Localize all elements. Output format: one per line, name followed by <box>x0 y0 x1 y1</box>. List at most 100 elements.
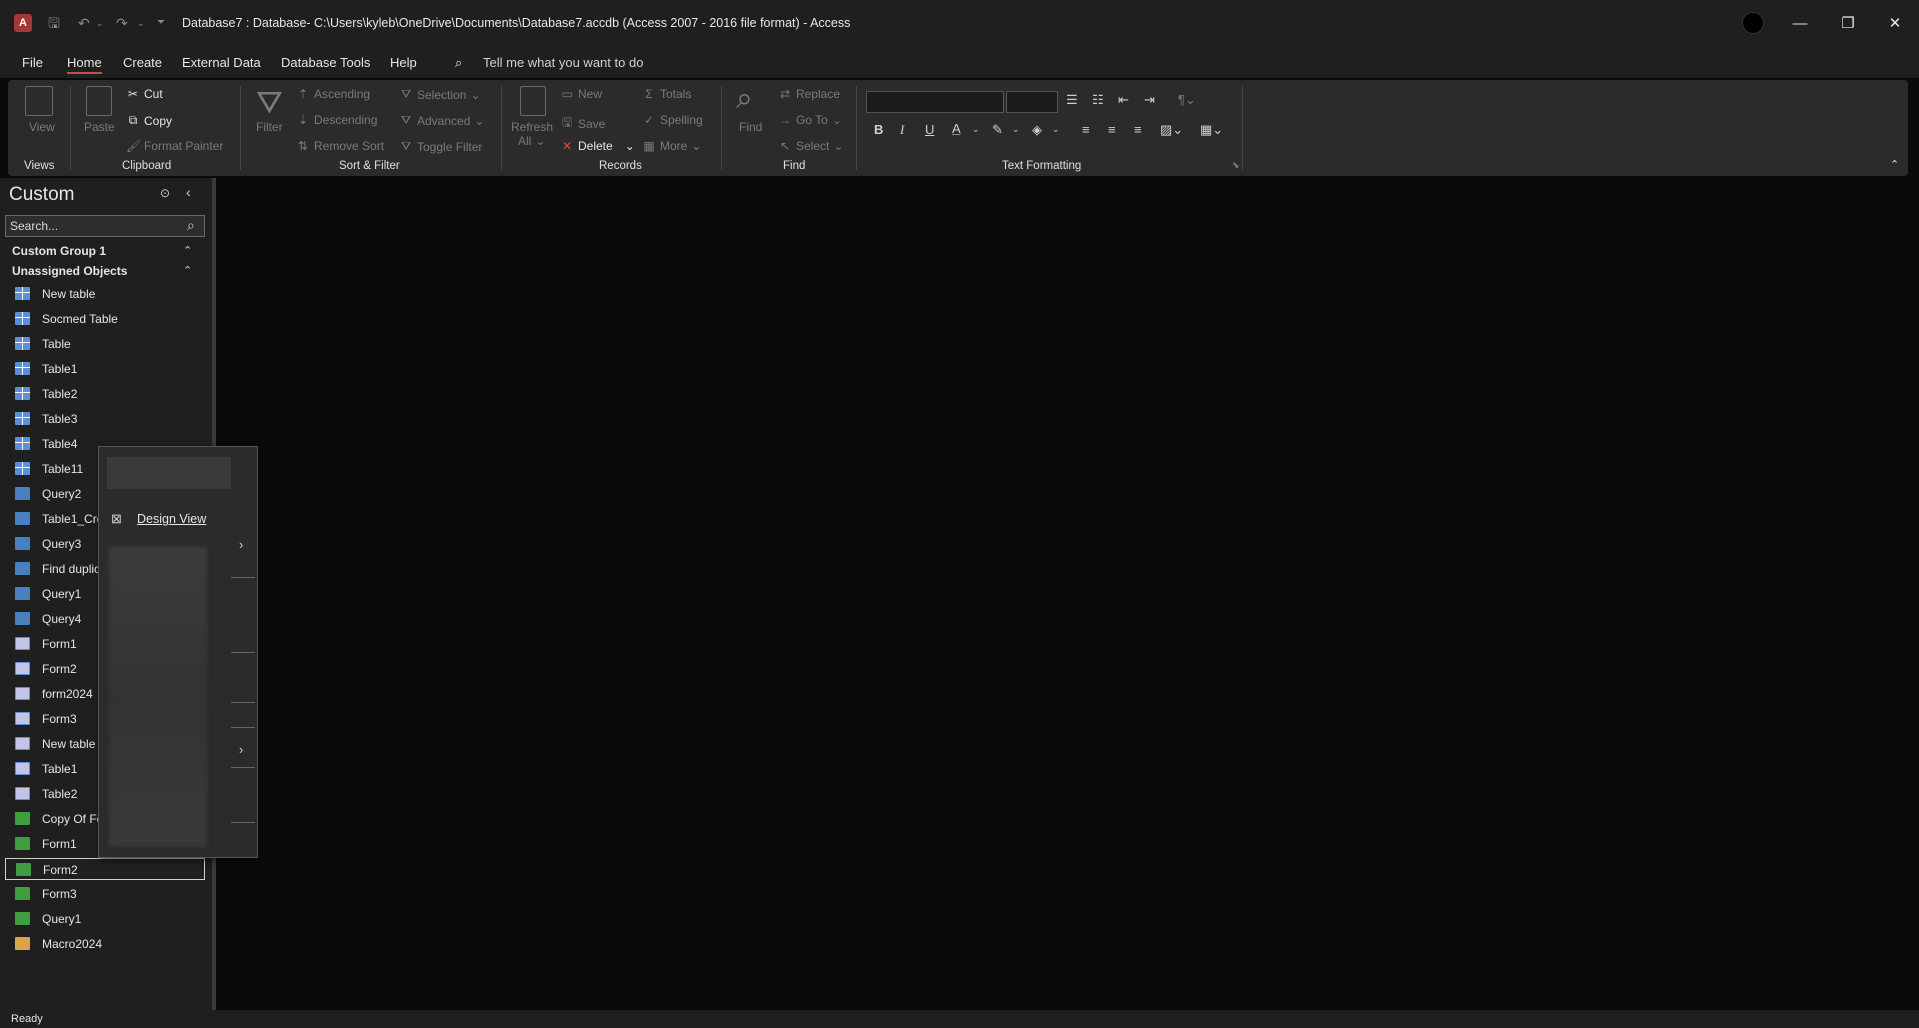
arrow-right-icon: → <box>779 113 791 127</box>
undo-dropdown-icon[interactable]: ⌄ <box>96 14 104 32</box>
nav-pane-title[interactable]: Custom <box>9 184 74 206</box>
nav-group-custom-group-1[interactable]: Custom Group 1 <box>12 244 106 258</box>
select-button[interactable]: ↖ Select ⌄ <box>778 139 843 153</box>
window-title: Database7 : Database- C:\Users\kyleb\One… <box>182 16 851 30</box>
tab-home[interactable]: Home <box>67 55 102 74</box>
restore-button[interactable]: ❐ <box>1836 12 1860 36</box>
search-icon[interactable]: ⌕ <box>187 217 195 234</box>
numbering-icon[interactable]: ☷ <box>1092 92 1104 108</box>
format-painter-button[interactable]: 🖌 Format Painter <box>126 139 223 153</box>
context-menu: ⊠ Design View › › <box>98 446 258 858</box>
title-bar: A 🖫 ↶ ⌄ ↷ ⌄ ⏷ Database7 : Database- C:\U… <box>0 0 1919 48</box>
highlight-icon[interactable]: ✎ <box>992 122 1003 138</box>
fill-color-dropdown-icon[interactable]: ⌄ <box>1052 124 1060 135</box>
context-menu-design-view[interactable]: ⊠ Design View <box>99 507 257 531</box>
filter-button[interactable]: Filter <box>256 120 283 134</box>
conditional-formatting-icon[interactable]: ▨⌄ <box>1160 122 1183 138</box>
nav-search-box[interactable]: ⌕ <box>5 215 205 237</box>
nav-item-report[interactable]: Query1 <box>5 908 205 930</box>
font-size-dropdown[interactable] <box>1006 91 1058 113</box>
collapse-ribbon-icon[interactable]: ⌃ <box>1890 158 1899 171</box>
italic-button[interactable]: I <box>900 122 904 138</box>
grid-icon: ▦ <box>643 139 655 153</box>
paste-button[interactable]: Paste <box>84 120 115 134</box>
bullets-icon[interactable]: ☰ <box>1066 92 1078 108</box>
undo-icon[interactable]: ↶ <box>78 14 90 32</box>
highlight-dropdown-icon[interactable]: ⌄ <box>1012 124 1020 135</box>
align-center-icon[interactable]: ≡ <box>1108 122 1116 137</box>
go-to-button[interactable]: → Go To ⌄ <box>778 113 842 127</box>
close-button[interactable]: ✕ <box>1883 12 1907 36</box>
submenu-chevron-icon[interactable]: › <box>239 537 243 552</box>
underline-button[interactable]: U <box>925 122 934 137</box>
nav-item-report[interactable]: Form2 <box>5 858 205 880</box>
selection-filter-icon: ⛛ <box>400 87 412 101</box>
nav-item-report[interactable]: Form3 <box>5 883 205 905</box>
refresh-all-button[interactable]: Refresh <box>511 120 553 134</box>
nav-item-macro[interactable]: Macro2024 <box>5 933 205 955</box>
table-icon <box>15 362 30 375</box>
table-icon <box>15 387 30 400</box>
delete-button[interactable]: ✕ Delete ⌄ <box>560 139 635 153</box>
account-avatar[interactable] <box>1742 12 1764 34</box>
gridlines-icon[interactable]: ▦⌄ <box>1200 122 1223 138</box>
font-name-dropdown[interactable] <box>866 91 1004 113</box>
tab-database-tools[interactable]: Database Tools <box>281 55 370 70</box>
redo-dropdown-icon[interactable]: ⌄ <box>137 14 145 32</box>
paragraph-direction-icon[interactable]: ¶⌄ <box>1178 92 1196 108</box>
copy-button[interactable]: ⧉ Copy <box>126 113 172 128</box>
replace-button[interactable]: ⇄ Replace <box>778 87 840 101</box>
fill-color-icon[interactable]: ◈ <box>1032 122 1042 138</box>
spelling-icon: ✓ <box>643 113 655 127</box>
nav-item-table[interactable]: Table <box>5 333 205 355</box>
bold-button[interactable]: B <box>874 122 883 137</box>
minimize-button[interactable]: — <box>1788 12 1812 36</box>
tab-file[interactable]: File <box>22 55 43 70</box>
nav-item-table[interactable]: Table2 <box>5 383 205 405</box>
font-color-dropdown-icon[interactable]: ⌄ <box>972 124 980 135</box>
nav-item-table[interactable]: Socmed Table <box>5 308 205 330</box>
redo-icon[interactable]: ↷ <box>116 14 128 32</box>
chevron-up-icon[interactable]: ⌃ <box>183 264 192 277</box>
report-icon <box>15 887 30 900</box>
align-right-icon[interactable]: ≡ <box>1134 122 1142 137</box>
align-left-icon[interactable]: ≡ <box>1082 122 1090 137</box>
chevron-up-icon[interactable]: ⌃ <box>183 244 192 257</box>
customize-qat-icon[interactable]: ⏷ <box>157 14 165 32</box>
report-icon <box>15 912 30 925</box>
nav-item-table[interactable]: Table1 <box>5 358 205 380</box>
submenu-chevron-icon[interactable]: › <box>239 742 243 757</box>
more-button[interactable]: ▦ More ⌄ <box>642 139 701 153</box>
nav-item-label: Socmed Table <box>42 312 118 326</box>
nav-menu-dropdown-icon[interactable]: ⊙ <box>160 186 170 200</box>
font-color-button[interactable]: A <box>952 121 961 136</box>
toggle-filter-button[interactable]: ⛛ Toggle Filter <box>399 139 482 154</box>
tab-help[interactable]: Help <box>390 55 417 70</box>
copy-icon: ⧉ <box>128 113 138 127</box>
nav-item-table[interactable]: New table <box>5 283 205 305</box>
nav-item-label: Table1 <box>42 362 78 376</box>
search-input[interactable] <box>10 218 180 234</box>
text-formatting-launcher-icon[interactable]: ⬊ <box>1232 160 1240 171</box>
cut-button[interactable]: ✂ Cut <box>126 87 163 101</box>
view-button[interactable]: View <box>29 120 55 134</box>
increase-indent-icon[interactable]: ⇥ <box>1144 92 1155 108</box>
find-button[interactable]: Find <box>739 120 762 134</box>
tab-external-data[interactable]: External Data <box>182 55 261 70</box>
new-record-button[interactable]: ▭ New <box>560 87 602 101</box>
save-icon[interactable]: 🖫 <box>48 14 60 32</box>
spelling-button[interactable]: ✓ Spelling <box>642 113 703 127</box>
ascending-button[interactable]: ⇡ Ascending <box>296 87 370 101</box>
shutter-bar-close-icon[interactable]: ‹ <box>186 184 191 200</box>
save-record-button[interactable]: 🖫 Save <box>560 113 605 134</box>
advanced-button[interactable]: ⛛ Advanced ⌄ <box>399 113 484 128</box>
totals-button[interactable]: Σ Totals <box>642 87 691 101</box>
remove-sort-button[interactable]: ⇅ Remove Sort <box>296 139 384 153</box>
decrease-indent-icon[interactable]: ⇤ <box>1118 92 1129 108</box>
selection-button[interactable]: ⛛ Selection ⌄ <box>399 87 480 102</box>
nav-group-unassigned-objects[interactable]: Unassigned Objects <box>12 264 127 278</box>
nav-item-table[interactable]: Table3 <box>5 408 205 430</box>
tab-create[interactable]: Create <box>123 55 162 70</box>
tell-me-box[interactable]: Tell me what you want to do <box>483 55 643 70</box>
descending-button[interactable]: ⇣ Descending <box>296 113 377 127</box>
